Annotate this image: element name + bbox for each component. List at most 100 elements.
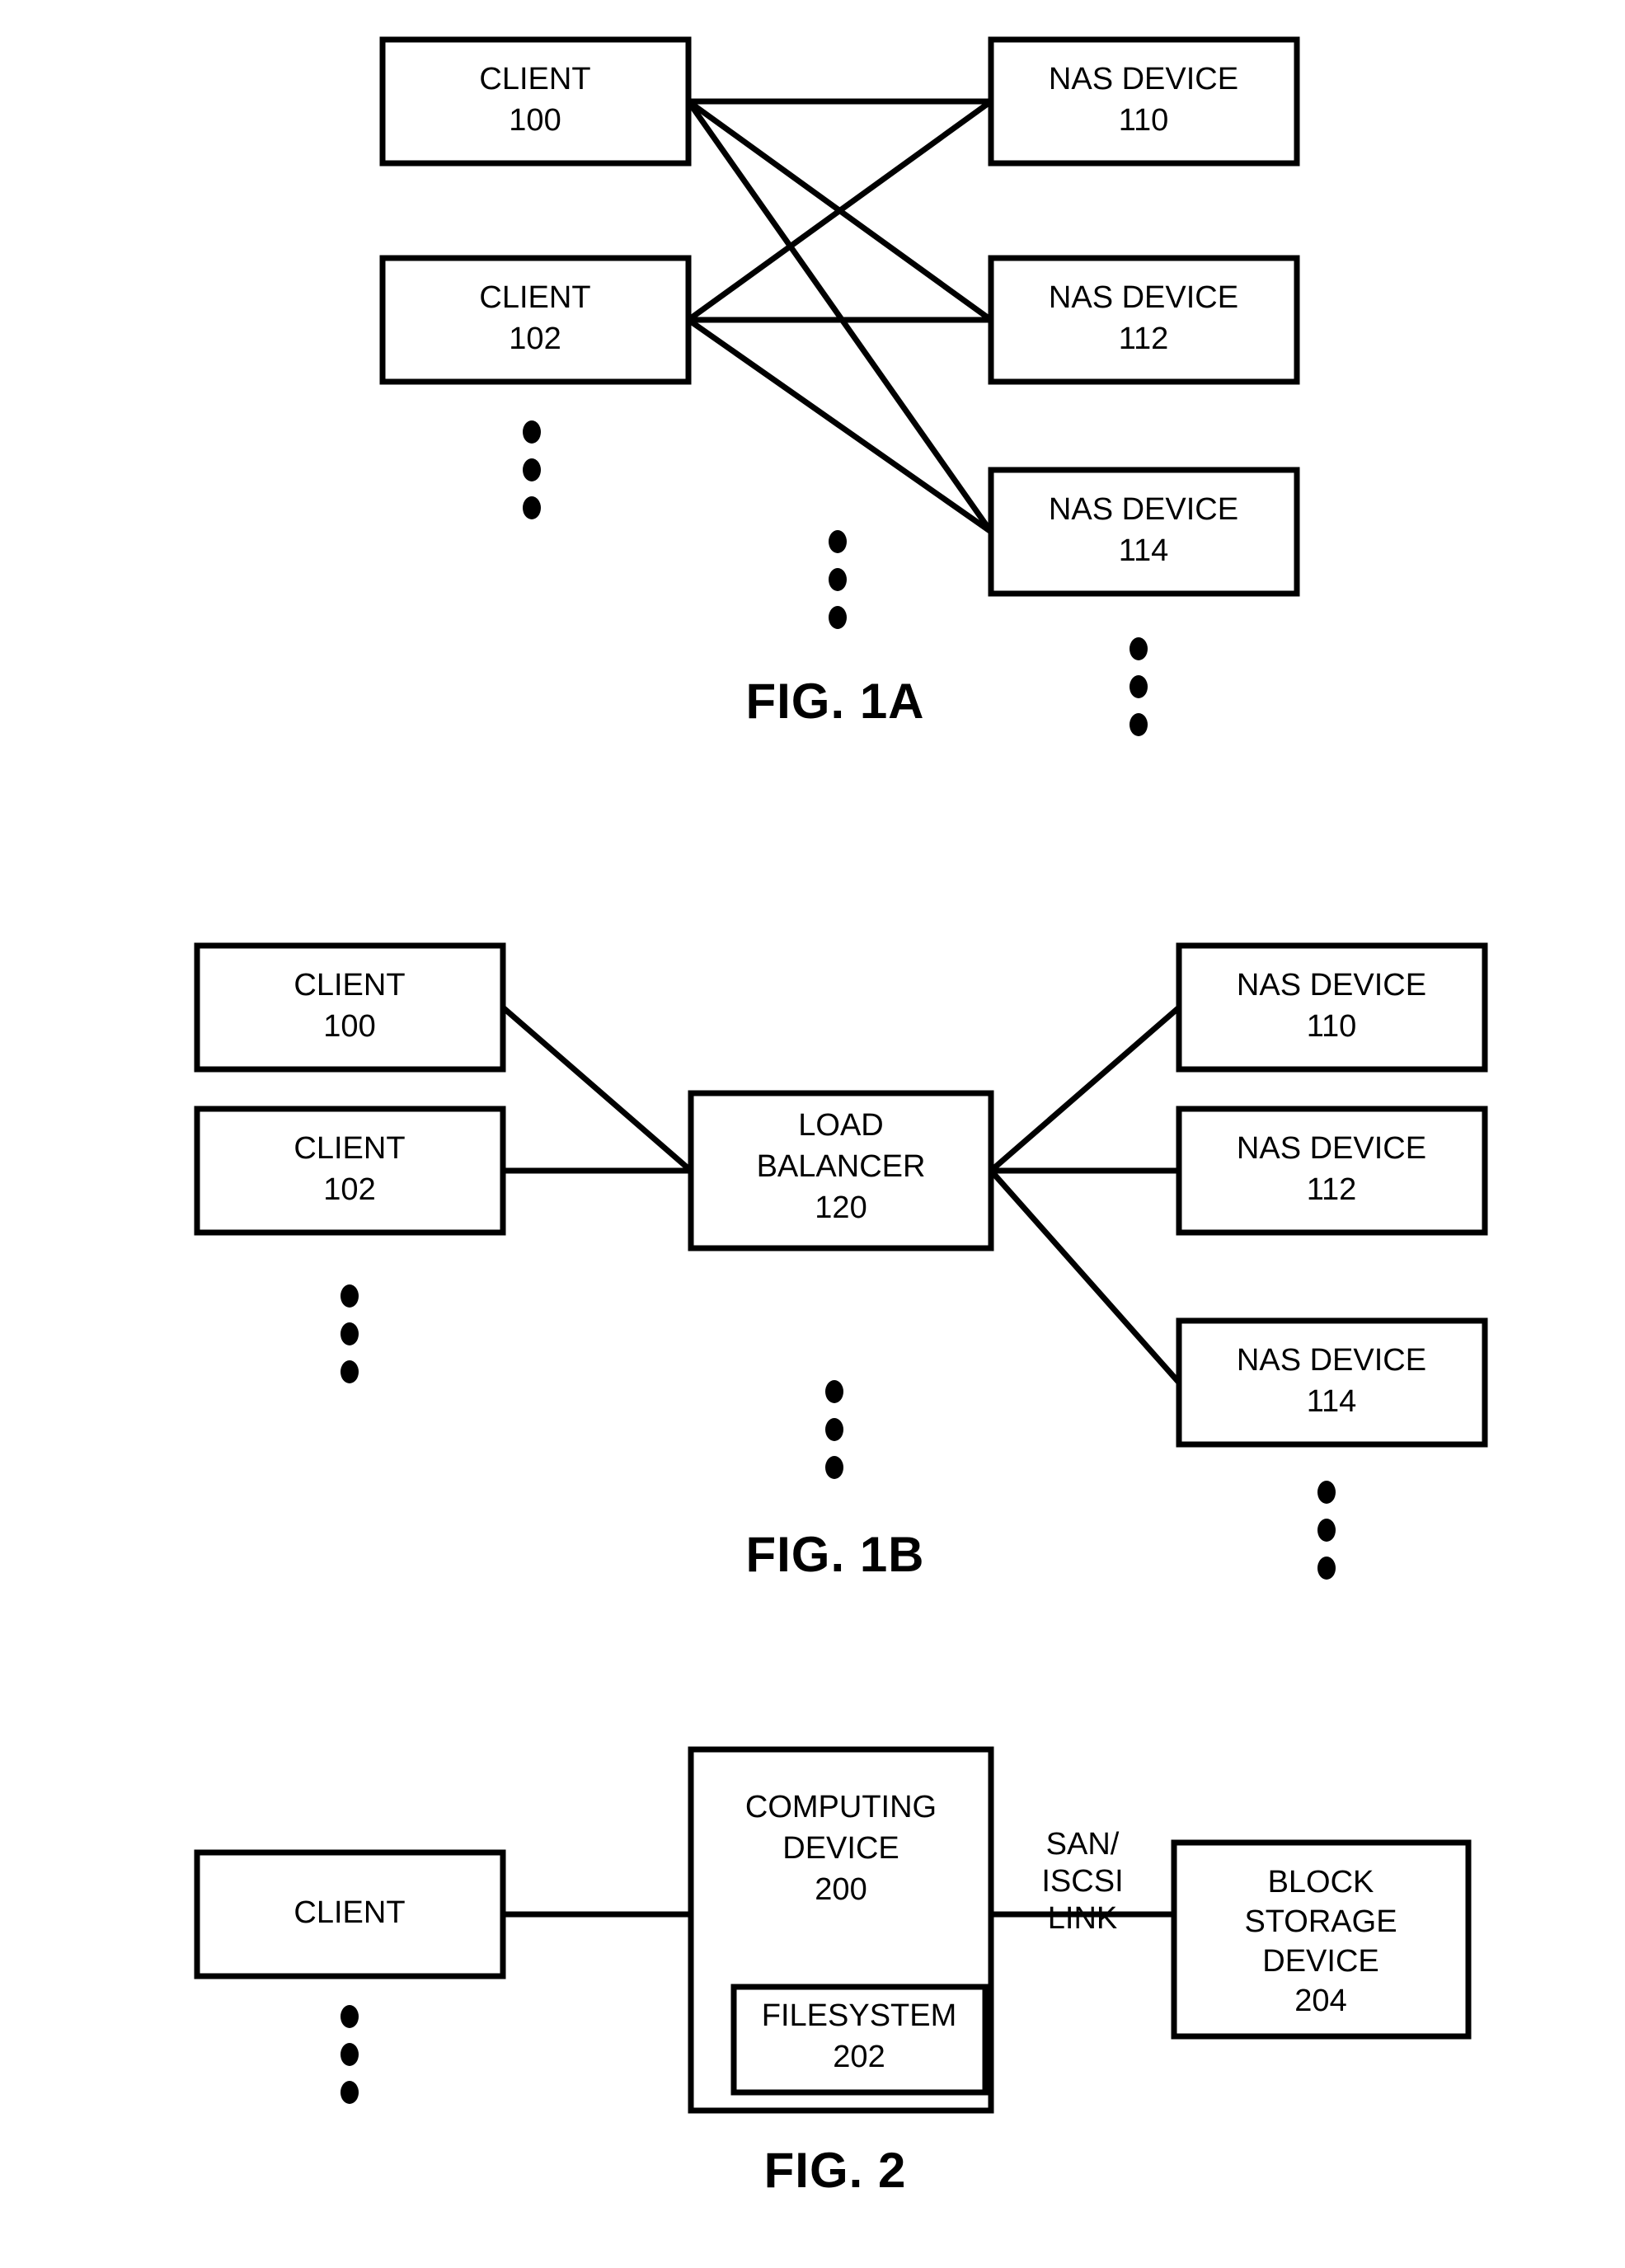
fig-2-clients-column-ellipsis bbox=[340, 2005, 359, 2104]
nas-device-114-box[interactable] bbox=[988, 467, 1300, 597]
client-100-box[interactable] bbox=[379, 36, 692, 167]
figure-1b-caption: FIG. 1B bbox=[745, 1527, 924, 1582]
client-100-label-line2: 100 bbox=[323, 1009, 375, 1044]
san-iscsi-link-line3: LINK bbox=[1048, 1901, 1117, 1936]
fig-1a-middle-column-ellipsis bbox=[829, 530, 847, 629]
node-nas-device-112[interactable]: NAS DEVICE 112 bbox=[1176, 1106, 1488, 1236]
connection-client-100-to-nas-114 bbox=[686, 99, 993, 534]
san-iscsi-link-line1: SAN/ bbox=[1046, 1827, 1120, 1862]
figure-1b: CLIENT 100 CLIENT 102 LOAD BALANCER 120 … bbox=[194, 942, 1488, 1582]
nas-device-112-label-line2: 112 bbox=[1307, 1172, 1357, 1207]
nas-device-112-box[interactable] bbox=[988, 255, 1300, 385]
nas-device-110-box[interactable] bbox=[1176, 942, 1488, 1073]
nas-device-110-box[interactable] bbox=[988, 36, 1300, 167]
computing-device-label-line1: COMPUTING bbox=[745, 1790, 937, 1824]
node-client-100[interactable]: CLIENT 100 bbox=[194, 942, 506, 1073]
ellipsis-dot bbox=[523, 458, 541, 481]
ellipsis-dot bbox=[1130, 675, 1148, 698]
client-102-label-line1: CLIENT bbox=[294, 1131, 405, 1166]
ellipsis-dot bbox=[1130, 713, 1148, 736]
ellipsis-dot bbox=[340, 2081, 359, 2104]
nas-device-112-label-line2: 112 bbox=[1119, 322, 1169, 356]
block-storage-device-label-line3: DEVICE bbox=[1262, 1944, 1378, 1979]
ellipsis-dot bbox=[523, 496, 541, 519]
fig-1b-clients-column-ellipsis bbox=[340, 1284, 359, 1383]
client-100-label-line1: CLIENT bbox=[479, 62, 590, 96]
ellipsis-dot bbox=[340, 2043, 359, 2066]
node-client-102[interactable]: CLIENT 102 bbox=[379, 255, 692, 385]
node-nas-device-114[interactable]: NAS DEVICE 114 bbox=[1176, 1317, 1488, 1448]
node-client[interactable]: CLIENT bbox=[194, 1849, 506, 1979]
ellipsis-dot bbox=[829, 606, 847, 629]
ellipsis-dot bbox=[825, 1418, 843, 1441]
node-nas-device-110[interactable]: NAS DEVICE 110 bbox=[988, 36, 1300, 167]
ellipsis-dot bbox=[1130, 637, 1148, 660]
client-100-label-line1: CLIENT bbox=[294, 968, 405, 1003]
nas-device-114-label-line1: NAS DEVICE bbox=[1049, 492, 1238, 527]
client-102-label-line1: CLIENT bbox=[479, 280, 590, 315]
ellipsis-dot bbox=[340, 1322, 359, 1345]
ellipsis-dot bbox=[340, 2005, 359, 2028]
fig-1b-below-load-balancer-ellipsis bbox=[825, 1380, 843, 1479]
ellipsis-dot bbox=[825, 1456, 843, 1479]
computing-device-label-line3: 200 bbox=[815, 1872, 867, 1907]
client-100-box[interactable] bbox=[194, 942, 506, 1073]
san-iscsi-link-line2: ISCSI bbox=[1041, 1864, 1123, 1899]
figure-2-caption: FIG. 2 bbox=[764, 2143, 907, 2198]
nas-device-110-label-line2: 110 bbox=[1119, 103, 1169, 138]
filesystem-label-line2: 202 bbox=[833, 2040, 885, 2074]
connection-load-balancer-to-nas-device-114 bbox=[989, 1168, 1181, 1385]
ellipsis-dot bbox=[1317, 1519, 1336, 1542]
client-102-label-line2: 102 bbox=[323, 1172, 375, 1207]
load-balancer-label-line2: BALANCER bbox=[757, 1149, 926, 1184]
figure-1a-caption: FIG. 1A bbox=[745, 674, 924, 729]
ellipsis-dot bbox=[1317, 1481, 1336, 1504]
connection-load-balancer-to-nas-device-110 bbox=[989, 1005, 1181, 1173]
ellipsis-dot bbox=[340, 1360, 359, 1383]
client-102-box[interactable] bbox=[379, 255, 692, 385]
computing-device-label-line2: DEVICE bbox=[782, 1831, 899, 1866]
fig-1a-nas-column-ellipsis bbox=[1130, 637, 1148, 736]
ellipsis-dot bbox=[829, 568, 847, 591]
block-storage-device-label-line2: STORAGE bbox=[1244, 1904, 1397, 1939]
nas-device-110-label-line1: NAS DEVICE bbox=[1049, 62, 1238, 96]
nas-device-114-label-line2: 114 bbox=[1119, 533, 1169, 568]
node-block-storage-device-204[interactable]: BLOCK STORAGE DEVICE 204 bbox=[1171, 1839, 1472, 2040]
figures-canvas: CLIENT 100 CLIENT 102 NAS DEVICE 110 NAS… bbox=[194, 36, 1488, 2198]
load-balancer-label-line3: 120 bbox=[815, 1190, 867, 1225]
client-102-box[interactable] bbox=[194, 1106, 506, 1236]
nas-device-114-label-line1: NAS DEVICE bbox=[1237, 1343, 1426, 1378]
node-computing-device-200[interactable]: COMPUTING DEVICE 200 FILESYSTEM 202 bbox=[688, 1746, 994, 2114]
ellipsis-dot bbox=[523, 420, 541, 444]
ellipsis-dot bbox=[340, 1284, 359, 1308]
node-filesystem-202[interactable]: FILESYSTEM 202 bbox=[730, 1984, 989, 2096]
fig-1a-clients-column-ellipsis bbox=[523, 420, 541, 519]
load-balancer-label-line1: LOAD bbox=[798, 1108, 883, 1143]
patent-drawing-sheet: CLIENT 100 CLIENT 102 NAS DEVICE 110 NAS… bbox=[0, 0, 1625, 2268]
client-label-line1: CLIENT bbox=[294, 1895, 405, 1930]
nas-device-112-box[interactable] bbox=[1176, 1106, 1488, 1236]
san-iscsi-link-label: SAN/ ISCSI LINK bbox=[1041, 1827, 1123, 1936]
node-client-100[interactable]: CLIENT 100 bbox=[379, 36, 692, 167]
ellipsis-dot bbox=[829, 530, 847, 553]
node-nas-device-114[interactable]: NAS DEVICE 114 bbox=[988, 467, 1300, 597]
ellipsis-dot bbox=[825, 1380, 843, 1403]
nas-device-114-label-line2: 114 bbox=[1307, 1384, 1357, 1419]
block-storage-device-label-line1: BLOCK bbox=[1268, 1865, 1374, 1899]
node-load-balancer-120[interactable]: LOAD BALANCER 120 bbox=[688, 1090, 994, 1251]
client-102-label-line2: 102 bbox=[509, 322, 561, 356]
fig-1a-connections bbox=[686, 98, 993, 534]
node-nas-device-112[interactable]: NAS DEVICE 112 bbox=[988, 255, 1300, 385]
filesystem-label-line1: FILESYSTEM bbox=[762, 1998, 957, 2033]
figure-2: CLIENT COMPUTING DEVICE 200 FILESYSTEM 2… bbox=[194, 1746, 1472, 2198]
nas-device-112-label-line1: NAS DEVICE bbox=[1237, 1131, 1426, 1166]
node-nas-device-110[interactable]: NAS DEVICE 110 bbox=[1176, 942, 1488, 1073]
fig-1b-nas-column-ellipsis bbox=[1317, 1481, 1336, 1580]
block-storage-device-label-line4: 204 bbox=[1294, 1984, 1346, 2018]
nas-device-114-box[interactable] bbox=[1176, 1317, 1488, 1448]
connection-client-100-to-load-balancer bbox=[500, 1005, 693, 1173]
figure-1a: CLIENT 100 CLIENT 102 NAS DEVICE 110 NAS… bbox=[379, 36, 1300, 736]
ellipsis-dot bbox=[1317, 1557, 1336, 1580]
nas-device-112-label-line1: NAS DEVICE bbox=[1049, 280, 1238, 315]
node-client-102[interactable]: CLIENT 102 bbox=[194, 1106, 506, 1236]
